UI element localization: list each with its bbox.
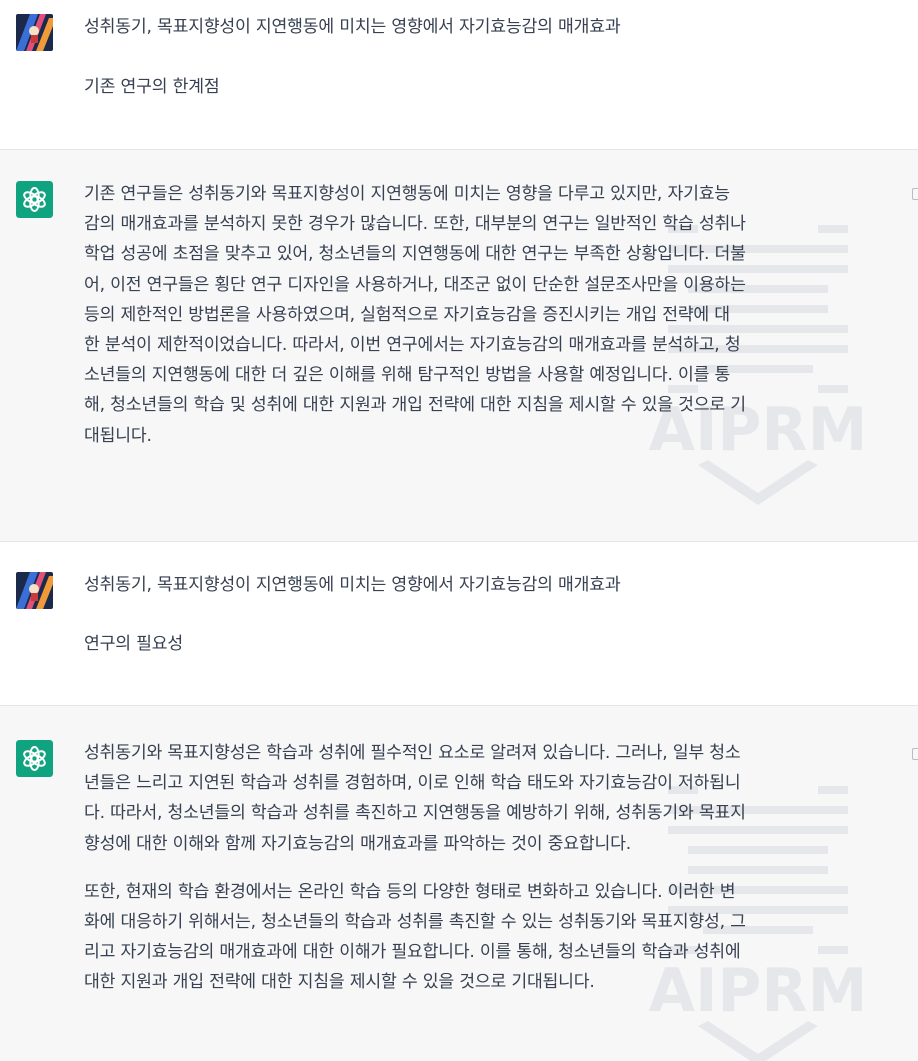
response-line: 감의 매개효과를 분석하지 못한 경우가 많습니다. 또한, 대부분의 연구는 … xyxy=(84,214,746,235)
user-message-2: 성취동기, 목표지향성이 지연행동에 미치는 영향에서 자기효능감의 매개효과 … xyxy=(0,542,918,705)
response-line: 어, 이전 연구들은 횡단 연구 디자인을 사용하거나, 대조군 없이 단순한 … xyxy=(84,274,746,295)
response-line: 향성에 대한 이해와 함께 자기효능감의 매개효과를 파악하는 것이 중요합니다… xyxy=(84,833,631,854)
response-line: 년들은 느리고 지연된 학습과 성취를 경험하며, 이로 인해 학습 태도와 자… xyxy=(84,773,741,794)
user-message-1: 성취동기, 목표지향성이 지연행동에 미치는 영향에서 자기효능감의 매개효과 … xyxy=(0,0,918,149)
copy-icon[interactable] xyxy=(912,188,918,200)
response-line: 성취동기와 목표지향성은 학습과 성취에 필수적인 요소로 알려져 있습니다. … xyxy=(84,743,741,763)
response-line: 학업 성공에 초점을 맞추고 있어, 청소년들의 지연행동에 대한 연구는 부족… xyxy=(84,244,746,265)
response-line: 한 분석이 제한적이었습니다. 따라서, 이번 연구에서는 자기효능감의 매개효… xyxy=(84,334,741,355)
user-prompt-line: 성취동기, 목표지향성이 지연행동에 미치는 영향에서 자기효능감의 매개효과 xyxy=(84,17,621,37)
assistant-response-text: 기존 연구들은 성취동기와 목표지향성이 지연행동에 미치는 영향을 다루고 있… xyxy=(84,179,904,451)
response-line: 대됩니다. xyxy=(84,425,152,446)
response-line: 리고 자기효능감의 매개효과에 대한 이해가 필요합니다. 이를 통해, 청소년… xyxy=(84,942,741,963)
openai-logo-icon xyxy=(16,740,53,777)
user-avatar-icon xyxy=(16,14,53,51)
response-line: 해, 청소년들의 학습 및 성취에 대한 지원과 개입 전략에 대한 지침을 제… xyxy=(84,395,746,416)
copy-icon[interactable] xyxy=(912,748,918,760)
response-line: 소년들의 지연행동에 대한 더 깊은 이해를 위해 탐구적인 방법을 사용할 예… xyxy=(84,365,731,386)
user-prompt-line: 연구의 필요성 xyxy=(84,634,183,654)
user-avatar-icon xyxy=(16,572,53,609)
response-line: 화에 대응하기 위해서는, 청소년들의 학습과 성취를 촉진할 수 있는 성취동… xyxy=(84,911,746,932)
openai-logo-icon xyxy=(16,181,53,218)
user-prompt-line: 기존 연구의 한계점 xyxy=(84,77,220,97)
assistant-message-2: AIPRM 성취동기와 목표지향성은 학습과 성취에 필수적인 요소로 알려져 … xyxy=(0,706,918,1061)
assistant-response-text: 성취동기와 목표지향성은 학습과 성취에 필수적인 요소로 알려져 있습니다. … xyxy=(84,738,904,998)
assistant-message-1: AIPRM 기존 연구들은 성취동기와 목표지향성이 지연행동에 미치는 영향을… xyxy=(0,150,918,541)
response-line: 또한, 현재의 학습 환경에서는 온라인 학습 등의 다양한 형태로 변화하고 … xyxy=(84,881,736,902)
response-line: 기존 연구들은 성취동기와 목표지향성이 지연행동에 미치는 영향을 다루고 있… xyxy=(84,184,730,204)
response-line: 대한 지원과 개입 전략에 대한 지침을 제시할 수 있을 것으로 기대됩니다. xyxy=(84,972,595,993)
response-line: 다. 따라서, 청소년들의 학습과 성취를 촉진하고 지연행동을 예방하기 위해… xyxy=(84,803,746,824)
response-line: 등의 제한적인 방법론을 사용하였으며, 실험적으로 자기효능감을 증진시키는 … xyxy=(84,304,730,325)
user-prompt-line: 성취동기, 목표지향성이 지연행동에 미치는 영향에서 자기효능감의 매개효과 xyxy=(84,575,621,595)
